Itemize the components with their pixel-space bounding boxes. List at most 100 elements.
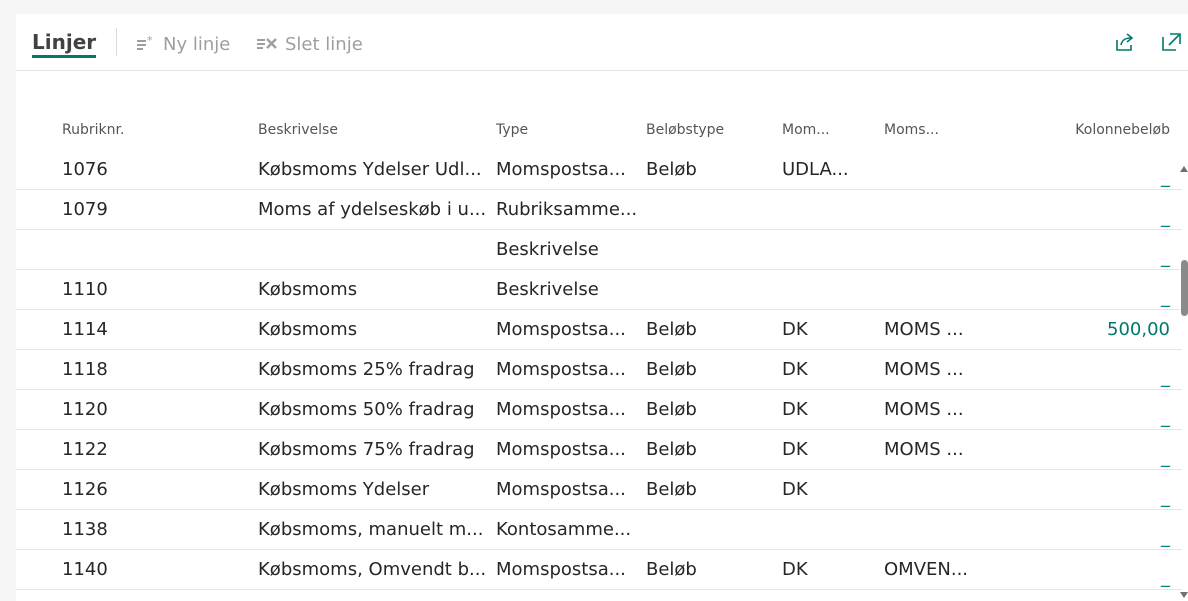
cell-beskrivelse[interactable]: Købsmoms 50% fradrag: [258, 389, 496, 430]
cell-rubriknr[interactable]: 1118: [16, 349, 258, 390]
amount-value[interactable]: _: [1161, 567, 1170, 588]
cell-mom[interactable]: UDLA...: [782, 150, 884, 190]
column-header-beskrivelse[interactable]: Beskrivelse: [258, 110, 496, 150]
table-row[interactable]: 1122 Købsmoms 75% fradrag Momspostsa... Bel…: [16, 429, 1182, 470]
column-header-mom[interactable]: Mom...: [782, 110, 884, 150]
cell-beloebstype[interactable]: Beløb: [646, 549, 782, 590]
cell-kolonnebeloeb[interactable]: _: [1014, 389, 1182, 430]
amount-value[interactable]: _: [1161, 287, 1170, 308]
amount-value[interactable]: _: [1161, 487, 1170, 508]
cell-beloebstype[interactable]: Beløb: [646, 150, 782, 190]
cell-mom[interactable]: [782, 269, 884, 310]
cell-kolonnebeloeb[interactable]: _: [1014, 150, 1182, 190]
cell-mom[interactable]: DK: [782, 429, 884, 470]
cell-rubriknr[interactable]: 1110: [16, 269, 258, 310]
cell-type[interactable]: Momspostsa...: [496, 349, 646, 390]
amount-value[interactable]: _: [1161, 207, 1170, 228]
scroll-up-arrow[interactable]: [1180, 166, 1188, 172]
cell-moms[interactable]: MOMS ...: [884, 349, 1014, 390]
cell-beloebstype[interactable]: Beløb: [646, 469, 782, 510]
cell-rubriknr[interactable]: 1126: [16, 469, 258, 510]
cell-kolonnebeloeb[interactable]: _: [1014, 189, 1182, 230]
share-icon[interactable]: [1114, 31, 1136, 57]
cell-type[interactable]: Rubriksamme...: [496, 189, 646, 230]
cell-rubriknr[interactable]: 1140: [16, 549, 258, 590]
cell-beloebstype[interactable]: Beløb: [646, 429, 782, 470]
cell-beskrivelse[interactable]: Købsmoms Ydelser Udl...: [258, 150, 496, 190]
cell-moms[interactable]: [884, 269, 1014, 310]
cell-mom[interactable]: DK: [782, 309, 884, 350]
cell-beloebstype[interactable]: Beløb: [646, 349, 782, 390]
cell-rubriknr[interactable]: 1122: [16, 429, 258, 470]
table-row[interactable]: 1138 Købsmoms, manuelt m... Kontosamme... _: [16, 509, 1182, 550]
cell-moms[interactable]: [884, 509, 1014, 550]
vertical-scrollbar-thumb[interactable]: [1181, 260, 1188, 316]
cell-rubriknr[interactable]: 1079: [16, 189, 258, 230]
table-row[interactable]: 1079 Moms af ydelseskøb i u... Rubriksamme…: [16, 189, 1182, 230]
cell-kolonnebeloeb[interactable]: 500,00: [1014, 309, 1182, 350]
cell-type[interactable]: Momspostsa...: [496, 469, 646, 510]
amount-value[interactable]: _: [1161, 527, 1170, 548]
expand-icon[interactable]: [1161, 31, 1183, 57]
cell-type[interactable]: Beskrivelse: [496, 269, 646, 310]
cell-mom[interactable]: [782, 229, 884, 270]
cell-type[interactable]: Momspostsa...: [496, 429, 646, 470]
cell-kolonnebeloeb[interactable]: _: [1014, 429, 1182, 470]
amount-value[interactable]: _: [1161, 247, 1170, 268]
scroll-down-arrow[interactable]: [1180, 592, 1188, 598]
column-header-rubriknr[interactable]: Rubriknr.: [16, 110, 258, 150]
cell-mom[interactable]: DK: [782, 549, 884, 590]
table-row[interactable]: Beskrivelse _: [16, 229, 1182, 270]
cell-type[interactable]: Kontosamme...: [496, 509, 646, 550]
table-row[interactable]: 1076 Købsmoms Ydelser Udl... Momspostsa...…: [16, 150, 1182, 190]
cell-beskrivelse[interactable]: Købsmoms, manuelt m...: [258, 509, 496, 550]
cell-mom[interactable]: [782, 509, 884, 550]
cell-moms[interactable]: OMVEN...: [884, 549, 1014, 590]
cell-rubriknr[interactable]: 1138: [16, 509, 258, 550]
amount-link[interactable]: 500,00: [1107, 319, 1170, 340]
cell-rubriknr[interactable]: 1114: [16, 309, 258, 350]
cell-beskrivelse[interactable]: Købsmoms: [258, 269, 496, 310]
cell-moms[interactable]: [884, 469, 1014, 510]
cell-beskrivelse[interactable]: Købsmoms, Omvendt b...: [258, 549, 496, 590]
cell-beloebstype[interactable]: Beløb: [646, 389, 782, 430]
table-row[interactable]: 1118 Købsmoms 25% fradrag Momspostsa... Bel…: [16, 349, 1182, 390]
cell-beskrivelse[interactable]: Købsmoms 75% fradrag: [258, 429, 496, 470]
cell-beskrivelse[interactable]: Moms af ydelseskøb i u...: [258, 189, 496, 230]
cell-moms[interactable]: [884, 229, 1014, 270]
cell-beloebstype[interactable]: [646, 509, 782, 550]
cell-type[interactable]: Momspostsa...: [496, 309, 646, 350]
table-row[interactable]: 1114 Købsmoms Momspostsa... Beløb DK MOMS ...…: [16, 309, 1182, 350]
cell-moms[interactable]: MOMS ...: [884, 309, 1014, 350]
cell-kolonnebeloeb[interactable]: _: [1014, 349, 1182, 390]
cell-moms[interactable]: [884, 189, 1014, 230]
cell-beskrivelse[interactable]: Købsmoms Ydelser: [258, 469, 496, 510]
amount-value[interactable]: _: [1161, 167, 1170, 188]
delete-line-button[interactable]: Slet linje: [256, 32, 363, 56]
cell-type[interactable]: Momspostsa...: [496, 150, 646, 190]
cell-beloebstype[interactable]: [646, 229, 782, 270]
cell-beloebstype[interactable]: [646, 189, 782, 230]
cell-moms[interactable]: MOMS ...: [884, 389, 1014, 430]
cell-beskrivelse[interactable]: [258, 229, 496, 270]
table-row[interactable]: 1126 Købsmoms Ydelser Momspostsa... Beløb DK…: [16, 469, 1182, 510]
cell-type[interactable]: Beskrivelse: [496, 229, 646, 270]
cell-type[interactable]: Momspostsa...: [496, 549, 646, 590]
amount-value[interactable]: _: [1161, 367, 1170, 388]
new-line-button[interactable]: * Ny linje: [136, 32, 230, 56]
cell-rubriknr[interactable]: 1120: [16, 389, 258, 430]
cell-moms[interactable]: [884, 150, 1014, 190]
cell-mom[interactable]: DK: [782, 349, 884, 390]
cell-mom[interactable]: DK: [782, 389, 884, 430]
cell-kolonnebeloeb[interactable]: _: [1014, 509, 1182, 550]
cell-rubriknr[interactable]: 1076: [16, 150, 258, 190]
table-row[interactable]: 1120 Købsmoms 50% fradrag Momspostsa... Bel…: [16, 389, 1182, 430]
cell-kolonnebeloeb[interactable]: _: [1014, 229, 1182, 270]
cell-beloebstype[interactable]: [646, 269, 782, 310]
cell-kolonnebeloeb[interactable]: _: [1014, 469, 1182, 510]
table-row[interactable]: 1140 Købsmoms, Omvendt b... Momspostsa... B…: [16, 549, 1182, 590]
cell-mom[interactable]: [782, 189, 884, 230]
cell-kolonnebeloeb[interactable]: _: [1014, 549, 1182, 590]
cell-beskrivelse[interactable]: Købsmoms 25% fradrag: [258, 349, 496, 390]
cell-rubriknr[interactable]: [16, 229, 258, 270]
